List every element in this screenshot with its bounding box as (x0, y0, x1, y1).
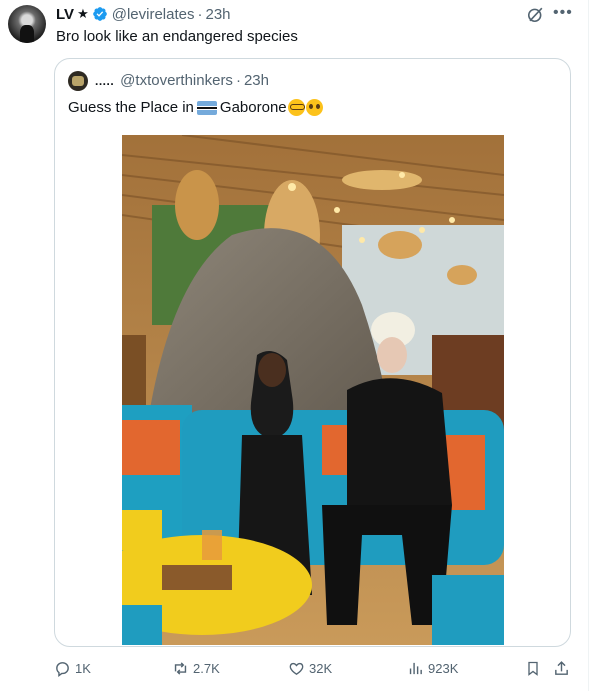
quote-timestamp[interactable]: 23h (244, 72, 269, 89)
quote-text: Guess the Place in Gaborone (68, 99, 323, 116)
quote-text-before: Guess the Place in (68, 99, 194, 116)
quote-separator-dot: · (235, 72, 241, 89)
star-icon: ★ (77, 6, 89, 21)
separator-dot: · (197, 5, 203, 23)
views-icon (409, 662, 422, 675)
author-handle[interactable]: @levirelates (112, 6, 195, 23)
quote-author-handle[interactable]: @txtoverthinkers (120, 72, 233, 89)
like-count: 32K (309, 661, 333, 676)
tweet-text: Bro look like an endangered species (56, 28, 298, 45)
views-count: 923K (428, 661, 459, 676)
botswana-flag-icon (196, 100, 217, 115)
reply-count: 1K (75, 661, 91, 676)
author-avatar[interactable] (8, 5, 46, 43)
quote-photo[interactable] (122, 135, 504, 645)
more-options-icon[interactable]: ••• (553, 4, 573, 22)
heart-icon (289, 662, 304, 676)
like-button[interactable]: 32K (288, 660, 332, 677)
tweet-header: LV ★ @levirelates · 23h (56, 4, 231, 24)
repost-count: 2.7K (193, 661, 220, 676)
verified-badge-icon (92, 7, 107, 21)
share-icon[interactable] (553, 660, 570, 677)
quote-header: ..... @txtoverthinkers · 23h (95, 72, 269, 89)
pleading-face-icon (305, 99, 323, 116)
reply-button[interactable]: 1K (54, 660, 91, 677)
repost-icon (174, 662, 187, 675)
tweet[interactable]: LV ★ @levirelates · 23h ••• Bro look lik… (0, 0, 589, 691)
tweet-timestamp[interactable]: 23h (205, 6, 230, 23)
photo-image (122, 135, 504, 645)
quote-place: Gaborone (219, 99, 287, 116)
bookmark-icon[interactable] (525, 660, 541, 677)
quote-author-avatar[interactable] (68, 71, 88, 91)
reply-icon (56, 662, 69, 677)
author-name[interactable]: LV (56, 6, 74, 23)
quote-author-name[interactable]: ..... (95, 74, 114, 88)
action-bar: 1K 2.7K 32K 923K (0, 660, 589, 680)
nerd-face-icon (287, 99, 305, 116)
quoted-tweet[interactable]: ..... @txtoverthinkers · 23h Guess the P… (54, 58, 571, 647)
views-button[interactable]: 923K (407, 660, 458, 677)
repost-button[interactable]: 2.7K (172, 660, 220, 677)
grok-icon[interactable] (526, 5, 545, 24)
